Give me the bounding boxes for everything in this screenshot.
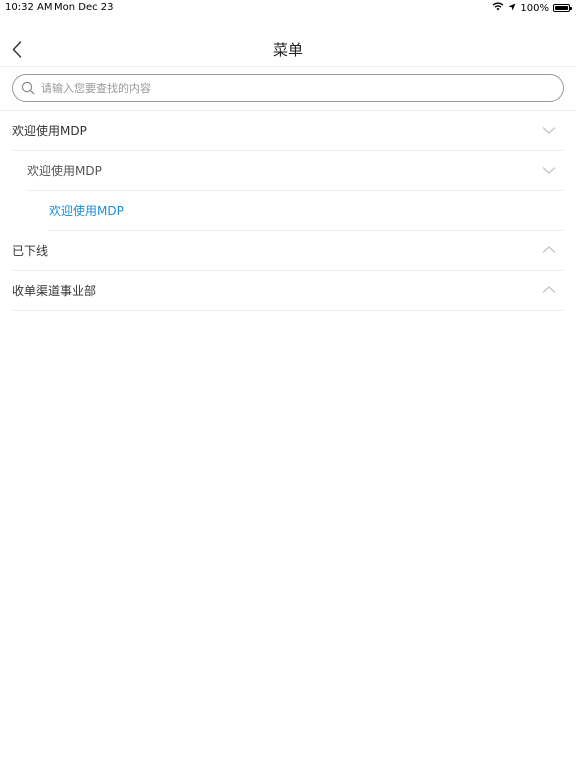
submenu-item-welcome-mdp[interactable]: 欢迎使用MDP [27,151,564,191]
search-input[interactable] [41,81,521,95]
menu-item-label: 欢迎使用MDP [12,124,87,138]
status-bar: 10:32 AM Mon Dec 23 100% [0,0,576,16]
leaf-item-welcome-mdp[interactable]: 欢迎使用MDP [49,191,564,231]
menu-item-label: 欢迎使用MDP [27,164,102,178]
status-time: 10:32 AM [5,2,53,13]
menu-list: 欢迎使用MDP 欢迎使用MDP 欢迎使用MDP 已下线 收单渠道事业部 [0,110,576,311]
battery-icon [553,4,572,12]
page-title: 菜单 [272,41,303,59]
menu-item-acquiring-channel-dept[interactable]: 收单渠道事业部 [12,271,564,311]
menu-item-label: 已下线 [12,244,49,258]
chevron-down-icon [542,165,556,175]
menu-item-offline[interactable]: 已下线 [12,231,564,271]
chevron-down-icon [542,125,556,135]
status-date: Mon Dec 23 [54,2,114,13]
menu-item-label: 收单渠道事业部 [12,284,97,298]
menu-item-welcome-mdp[interactable]: 欢迎使用MDP [12,111,564,151]
search-icon [21,81,35,95]
chevron-up-icon [542,285,556,295]
search-container [12,74,564,102]
nav-bar: 菜单 [0,30,576,67]
search-box[interactable] [12,74,564,102]
menu-item-label: 欢迎使用MDP [49,204,124,218]
location-arrow-icon [508,3,516,14]
battery-percent: 100% [520,2,549,14]
chevron-up-icon [542,245,556,255]
wifi-icon [492,2,504,14]
status-right: 100% [492,2,572,14]
